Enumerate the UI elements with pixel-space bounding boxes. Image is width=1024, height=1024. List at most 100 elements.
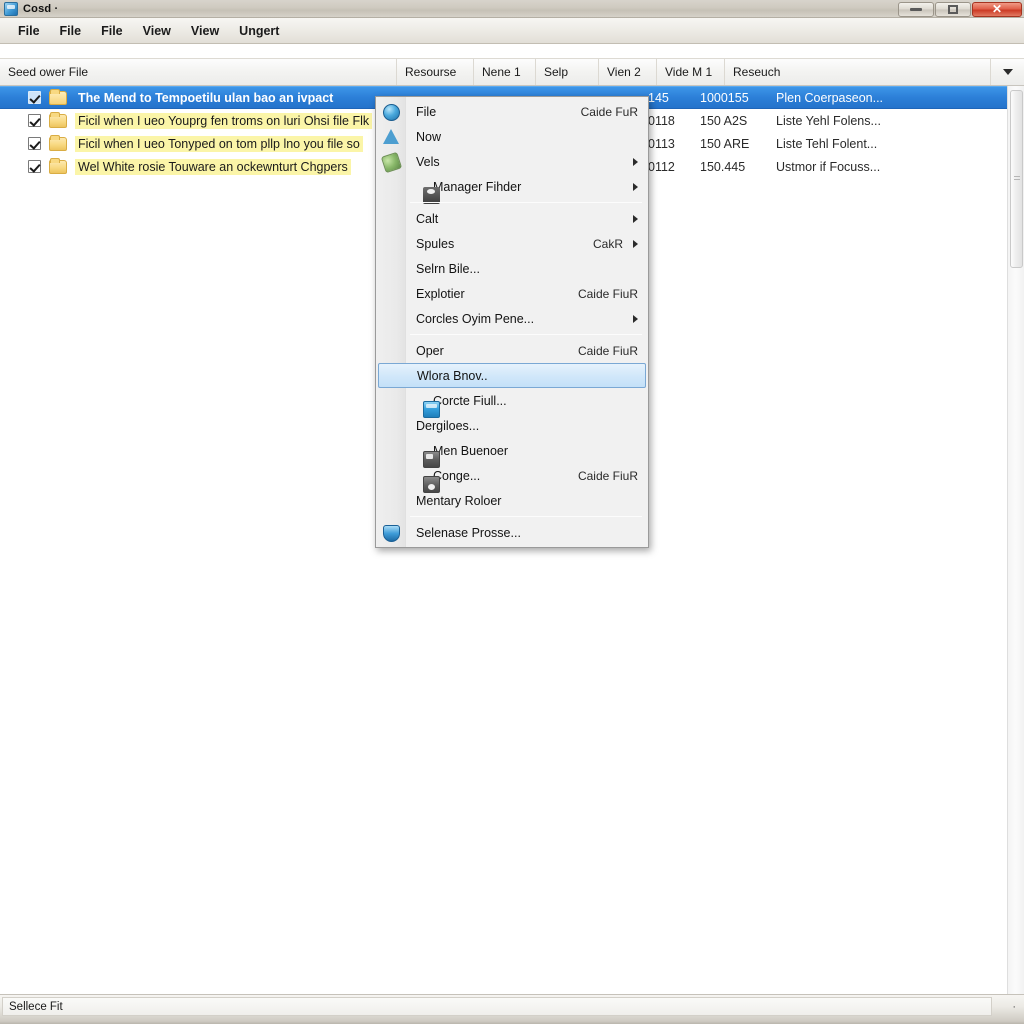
context-menu-item[interactable]: Dergiloes... xyxy=(376,413,648,438)
context-menu-item-label: Explotier xyxy=(416,286,465,301)
context-menu-item-accelerator: Caide FiuR xyxy=(577,286,638,301)
folder-icon xyxy=(49,111,67,128)
context-menu-item[interactable]: Now xyxy=(376,124,648,149)
context-menu-item-label: Spules xyxy=(416,236,455,251)
context-menu-item-label: Conge... xyxy=(433,468,481,483)
context-menu[interactable]: File Caide FuR Now Vels Manager Fihder Calt Sp… xyxy=(375,96,649,548)
title-bar: Cosd · ✕ xyxy=(0,0,1024,18)
chevron-right-icon xyxy=(633,314,638,323)
window-title: Cosd · xyxy=(23,2,59,15)
scrollbar-thumb[interactable] xyxy=(1010,90,1023,268)
context-menu-item-label: Dergiloes... xyxy=(416,418,480,433)
context-menu-item-label: Corcles Oyim Pene... xyxy=(416,311,535,326)
folder-icon xyxy=(49,157,67,174)
context-menu-item-accelerator: Caide FiuR xyxy=(577,343,638,358)
row-checkbox[interactable] xyxy=(28,160,41,173)
column-header-3[interactable]: Selp xyxy=(536,59,599,85)
row-n1: 150 A2S xyxy=(700,113,748,128)
menubar-item-4[interactable]: View xyxy=(181,21,229,41)
context-menu-item[interactable]: File Caide FuR xyxy=(376,99,648,124)
context-menu-item-label: Corcte Fiull... xyxy=(433,393,507,408)
context-menu-item[interactable]: Corcte Fiull... xyxy=(376,388,648,418)
menubar-item-5[interactable]: Ungert xyxy=(229,21,289,41)
context-menu-separator xyxy=(410,334,642,335)
row-n1: 150 ARE xyxy=(700,136,750,151)
context-menu-item[interactable]: Selrn Bile... xyxy=(376,256,648,281)
context-menu-item[interactable]: Spules CakR xyxy=(376,231,648,256)
row-name: The Mend to Tempoetilu ulan bao an ivpac… xyxy=(78,90,334,105)
context-menu-item-label: Mentary Roloer xyxy=(416,493,502,508)
context-menu-item[interactable]: Manager Fihder xyxy=(376,174,648,204)
row-resource: 0113 xyxy=(648,136,675,151)
context-menu-item-accelerator: Caide FuR xyxy=(580,104,638,119)
column-header-5[interactable]: Vide M 1 xyxy=(657,59,725,85)
row-research: Liste Tehl Folent... xyxy=(776,136,878,151)
menu-bar: File File File View View Ungert xyxy=(0,18,1024,44)
column-header-2[interactable]: Nene 1 xyxy=(474,59,536,85)
folder-icon xyxy=(49,88,67,105)
maximize-button[interactable] xyxy=(935,1,971,17)
row-n1: 150.445 xyxy=(700,159,746,174)
context-menu-item-label: Oper xyxy=(416,343,444,358)
row-research: Ustmor if Focuss... xyxy=(776,159,881,174)
context-menu-item[interactable]: Mentary Roloer xyxy=(376,488,648,513)
context-menu-item-accelerator: Caide FiuR xyxy=(577,468,638,483)
status-bar-field: Sellece Fit xyxy=(2,997,992,1016)
context-menu-item-accelerator: CakR xyxy=(592,236,623,251)
context-menu-item-label: Calt xyxy=(416,211,439,226)
row-resource: 145 xyxy=(648,90,669,105)
column-options-button[interactable] xyxy=(990,59,1024,85)
column-header-label: Resourse xyxy=(405,65,457,79)
context-menu-item[interactable]: Wlora Bnov.. xyxy=(378,363,646,388)
context-menu-item[interactable]: Vels xyxy=(376,149,648,174)
tool-icon xyxy=(380,151,403,173)
context-menu-item-label: File xyxy=(416,104,437,119)
context-menu-item-label: Selrn Bile... xyxy=(416,261,480,276)
row-name: Ficil when I ueo Tonyped on tom pllp lno… xyxy=(75,135,363,152)
vertical-scrollbar[interactable] xyxy=(1007,86,1024,994)
row-research: Plen Coerpaseon... xyxy=(776,90,884,105)
row-checkbox[interactable] xyxy=(28,91,41,104)
context-menu-item[interactable]: Conge... Caide FiuR xyxy=(376,463,648,493)
context-menu-item-label: Men Buenoer xyxy=(433,443,509,458)
menubar-item-1[interactable]: File xyxy=(50,21,92,41)
column-header-label: Nene 1 xyxy=(482,65,521,79)
context-menu-item-label: Now xyxy=(416,129,442,144)
minimize-button[interactable] xyxy=(898,1,934,17)
row-research: Liste Yehl Folens... xyxy=(776,113,881,128)
context-menu-item-label: Manager Fihder xyxy=(433,179,522,194)
row-name: Ficil when I ueo Youprg fen troms on lur… xyxy=(75,112,373,129)
context-menu-item[interactable]: Selenase Prosse... xyxy=(376,520,648,545)
application-window: Cosd · ✕ File File File View View Ungert Seed… xyxy=(0,0,1024,1024)
maximize-icon xyxy=(948,4,958,14)
folder-icon xyxy=(49,134,67,151)
column-header-4[interactable]: Vien 2 xyxy=(599,59,657,85)
context-menu-item-label: Wlora Bnov.. xyxy=(417,368,488,383)
window-controls: ✕ xyxy=(898,0,1022,18)
menubar-item-0[interactable]: File xyxy=(8,21,50,41)
menubar-item-3[interactable]: View xyxy=(133,21,181,41)
context-menu-item[interactable]: Corcles Oyim Pene... xyxy=(376,306,648,331)
row-name: Wel White rosie Touware an ockewnturt Ch… xyxy=(75,158,351,175)
row-checkbox[interactable] xyxy=(28,137,41,150)
column-header-0[interactable]: Seed ower File xyxy=(0,59,397,85)
row-checkbox[interactable] xyxy=(28,114,41,127)
minimize-icon xyxy=(910,7,922,11)
column-header-label: Vide M 1 xyxy=(665,65,713,79)
menubar-item-2[interactable]: File xyxy=(91,21,133,41)
column-header-1[interactable]: Resourse xyxy=(397,59,474,85)
context-menu-item[interactable]: Explotier Caide FiuR xyxy=(376,281,648,306)
column-header-row: Seed ower File Resourse Nene 1 Selp Vien 2 Vi… xyxy=(0,58,1024,86)
column-header-6[interactable]: Reseuch xyxy=(725,59,990,85)
shield-icon xyxy=(383,524,400,542)
context-menu-item[interactable]: Men Buenoer xyxy=(376,438,648,468)
status-text: Sellece Fit xyxy=(9,1000,63,1013)
column-header-label: Reseuch xyxy=(733,65,781,79)
close-button[interactable]: ✕ xyxy=(972,1,1022,17)
globe-icon xyxy=(383,103,400,121)
person-icon xyxy=(423,186,440,204)
chevron-down-icon xyxy=(1002,69,1013,75)
context-menu-item[interactable]: Oper Caide FiuR xyxy=(376,338,648,363)
context-menu-item[interactable]: Calt xyxy=(376,206,648,231)
row-n1: 1000155 xyxy=(700,90,749,105)
